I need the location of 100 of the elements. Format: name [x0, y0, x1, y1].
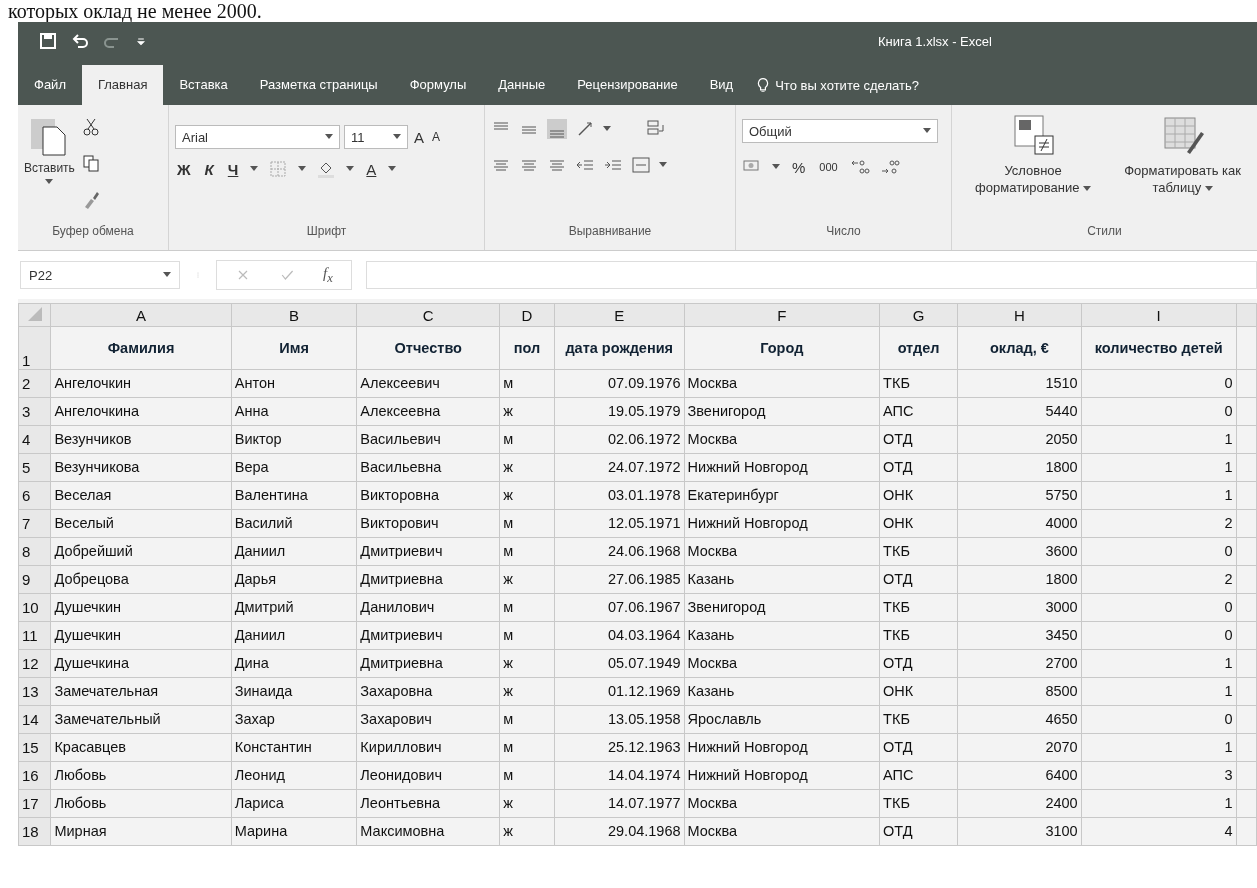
caret-icon [45, 179, 54, 185]
table-cell: Замечательный [50, 705, 232, 734]
table-cell: ж [499, 649, 555, 678]
scissors-icon[interactable] [80, 117, 101, 137]
table-cell: 4650 [957, 705, 1082, 734]
row-header[interactable]: 15 [18, 733, 51, 762]
row-header[interactable]: 9 [18, 565, 51, 594]
caret-icon [163, 272, 171, 278]
row-header[interactable]: 5 [18, 453, 51, 482]
table-header-cell: Имя [231, 326, 357, 370]
table-cell: ОТД [879, 649, 958, 678]
italic-button[interactable]: К [202, 160, 216, 178]
decrease-decimal-icon[interactable] [879, 157, 900, 177]
ribbon-tab[interactable]: Рецензирование [561, 65, 694, 105]
bold-button[interactable]: Ж [175, 160, 193, 178]
save-icon[interactable] [38, 31, 58, 51]
row-header[interactable]: 7 [18, 509, 51, 538]
table-cell: Везунчикова [50, 453, 232, 482]
table-cell: Добрецова [50, 565, 232, 594]
conditional-formatting-button[interactable]: Условное форматирование [966, 113, 1101, 224]
font-color-button[interactable]: A [364, 160, 379, 178]
thousands-button[interactable]: 000 [817, 161, 840, 173]
group-label: Стили [1086, 224, 1123, 240]
row-header[interactable]: 6 [18, 481, 51, 510]
undo-icon[interactable] [70, 31, 90, 51]
formula-input[interactable] [365, 261, 1257, 289]
group-label: Шрифт [305, 224, 348, 240]
ribbon-tab[interactable]: Главная [81, 65, 164, 105]
paste-button[interactable]: Вставить [24, 113, 75, 224]
format-as-table-button[interactable]: Форматировать как таблицу [1114, 113, 1251, 224]
percent-button[interactable]: % [790, 158, 808, 176]
table-cell: м [499, 733, 555, 762]
column-header[interactable]: A [50, 303, 232, 327]
table-cell: Васильевна [356, 453, 500, 482]
increase-decimal-icon[interactable] [849, 157, 870, 177]
table-cell: Казань [684, 677, 880, 706]
ribbon-tab[interactable]: Вид [693, 65, 750, 105]
column-header[interactable]: B [231, 303, 357, 327]
grow-font-button[interactable]: A [412, 128, 426, 146]
table-cell: Даниил [231, 621, 357, 650]
tell-me-field[interactable]: Что вы хотите сделать? [775, 77, 919, 93]
column-header[interactable]: G [879, 303, 958, 327]
table-cell: 5440 [957, 397, 1082, 426]
ribbon-tab[interactable]: Вставка [163, 65, 244, 105]
caret-icon [346, 166, 355, 172]
name-box[interactable]: P22 [20, 261, 180, 289]
table-cell: Максимовна [356, 817, 500, 846]
row-header[interactable]: 18 [18, 817, 51, 846]
table-cell: 01.12.1969 [554, 677, 685, 706]
table-cell: 3450 [957, 621, 1082, 650]
table-cell: Москва [684, 425, 880, 454]
row-header[interactable]: 1 [18, 326, 51, 370]
font-name-field[interactable]: Arial [175, 125, 340, 149]
table-cell: Константин [231, 733, 357, 762]
table-cell: Нижний Новгород [684, 761, 880, 790]
row-header[interactable]: 16 [18, 761, 51, 790]
copy-icon[interactable] [80, 153, 101, 173]
table-cell: Звенигород [684, 397, 880, 426]
ribbon-tab[interactable]: Формулы [393, 65, 483, 105]
table-cell: 1800 [957, 453, 1082, 482]
insert-function-button[interactable]: f$_{x}$ [323, 264, 333, 286]
column-header[interactable]: D [499, 303, 555, 327]
font-size-field[interactable]: 11 [344, 125, 408, 149]
table-cell: м [499, 621, 555, 650]
row-header[interactable]: 8 [18, 537, 51, 566]
table-cell: ТКБ [879, 705, 958, 734]
row-header[interactable]: 4 [18, 425, 51, 454]
ribbon-tab[interactable]: Файл [18, 65, 82, 105]
borders-icon[interactable] [268, 159, 289, 179]
ribbon-tab[interactable]: Разметка страницы [243, 65, 394, 105]
table-cell: ОТД [879, 453, 958, 482]
column-header[interactable]: E [554, 303, 685, 327]
column-header[interactable]: F [684, 303, 880, 327]
merge-cells-icon[interactable] [631, 155, 651, 175]
table-cell: Викторовна [356, 481, 500, 510]
underline-button[interactable]: Ч [225, 160, 241, 178]
select-all-icon[interactable] [27, 306, 42, 321]
column-header[interactable]: H [957, 303, 1082, 327]
row-header[interactable]: 14 [18, 705, 51, 734]
row-header[interactable]: 10 [18, 593, 51, 622]
row-header[interactable]: 17 [18, 789, 51, 818]
row-header[interactable]: 13 [18, 677, 51, 706]
shrink-font-button[interactable]: A [430, 130, 443, 144]
table-cell: Душечкин [50, 621, 232, 650]
column-header[interactable]: C [356, 303, 500, 327]
number-format-field[interactable]: Общий [742, 119, 938, 143]
table-cell: м [499, 593, 555, 622]
ribbon-tab[interactable]: Данные [482, 65, 562, 105]
row-header[interactable]: 11 [18, 621, 51, 650]
group-label: Число [825, 224, 862, 240]
column-header[interactable]: I [1081, 303, 1237, 327]
table-cell: ж [499, 481, 555, 510]
table-cell: Данилович [356, 593, 500, 622]
table-cell: 1 [1081, 453, 1237, 482]
table-header-cell: дата рождения [554, 326, 685, 370]
table-cell: 4000 [957, 509, 1082, 538]
align-lines-icon[interactable] [547, 119, 567, 139]
row-header[interactable]: 12 [18, 649, 51, 678]
row-header[interactable]: 3 [18, 397, 51, 426]
row-header[interactable]: 2 [18, 369, 51, 398]
